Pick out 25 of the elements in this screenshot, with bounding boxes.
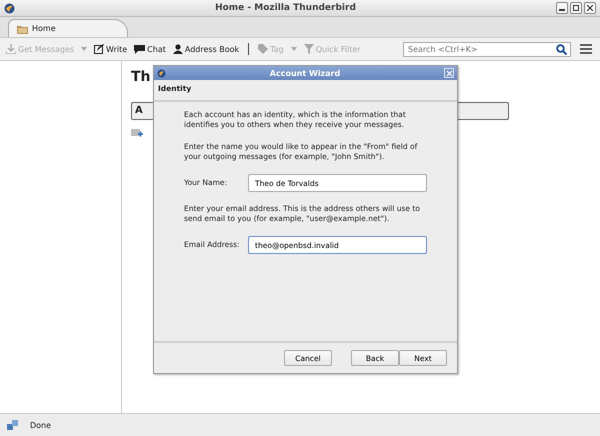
app-icon xyxy=(4,2,15,14)
account-icon xyxy=(131,128,143,138)
dialog-title: Account Wizard xyxy=(268,68,342,78)
tag-icon xyxy=(258,44,268,54)
search-icon xyxy=(556,44,567,54)
folder-icon xyxy=(17,24,28,34)
page-heading: Th xyxy=(131,68,151,87)
search-field[interactable]: Search <Ctrl+K> xyxy=(403,42,571,56)
close-button[interactable] xyxy=(584,2,596,14)
filter-icon xyxy=(304,44,314,54)
status-text: Done xyxy=(30,420,52,430)
maximize-button[interactable] xyxy=(570,2,582,14)
pencil-icon xyxy=(94,44,104,54)
network-icon xyxy=(7,420,18,430)
window-title: Home - Mozilla Thunderbird xyxy=(214,3,357,13)
menu-icon[interactable] xyxy=(580,44,592,54)
address-book-button[interactable]: Address Book xyxy=(170,44,242,54)
write-button[interactable]: Write xyxy=(92,44,130,54)
person-icon xyxy=(172,44,183,54)
download-icon xyxy=(6,44,16,54)
speech-bubble-icon xyxy=(134,44,146,54)
app-icon xyxy=(157,68,166,78)
chat-button[interactable]: Chat xyxy=(132,44,168,54)
home-tab[interactable]: Home xyxy=(8,19,128,37)
minimize-button[interactable] xyxy=(556,2,568,14)
